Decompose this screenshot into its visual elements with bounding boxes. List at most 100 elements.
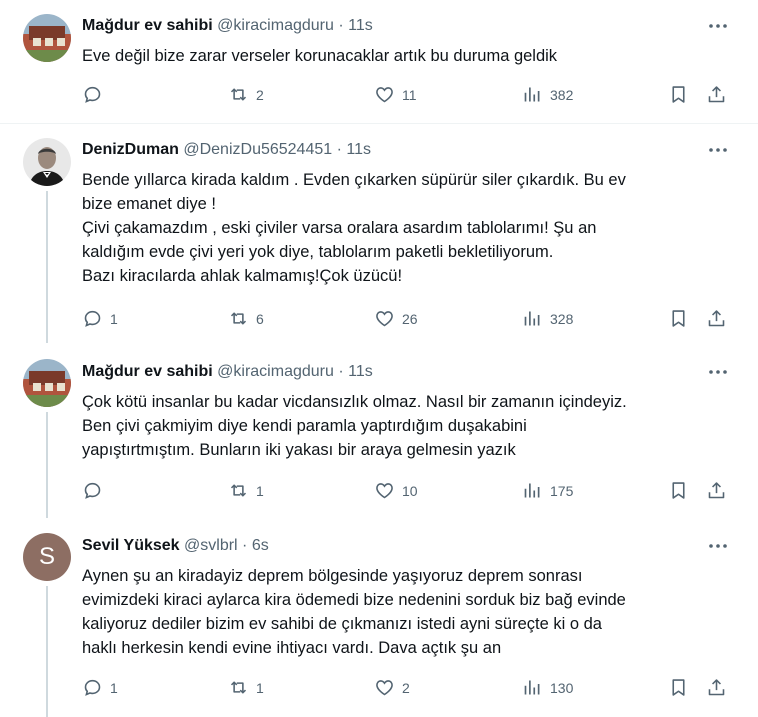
author-name[interactable]: Mağdur ev sahibi bbox=[82, 17, 213, 34]
tweet-actions: 2 11 382 bbox=[0, 84, 758, 108]
like-count: 10 bbox=[402, 482, 418, 499]
timestamp[interactable]: 11s bbox=[346, 141, 371, 158]
reply-icon bbox=[84, 86, 101, 103]
more-options-icon[interactable] bbox=[708, 536, 728, 556]
tweet-header: DenizDuman @DenizDu56524451 · 11s bbox=[82, 140, 371, 160]
like-count: 26 bbox=[402, 310, 418, 327]
timestamp[interactable]: 6s bbox=[252, 537, 269, 554]
reply-count: 1 bbox=[110, 310, 118, 327]
timestamp[interactable]: 11s bbox=[348, 17, 373, 34]
tweet-line: Çok kötü insanlar bu kadar vicdansızlık … bbox=[82, 393, 627, 411]
retweet-icon bbox=[230, 88, 247, 101]
retweet-button[interactable]: 2 bbox=[228, 84, 264, 105]
tweet-text: Aynen şu an kiradayiz deprem bölgesinde … bbox=[82, 564, 702, 660]
reply-icon bbox=[84, 679, 101, 696]
tweet-line: kaldığım evde çivi yeri yok diye, tablol… bbox=[82, 243, 554, 261]
share-icon bbox=[708, 310, 725, 327]
more-options-icon[interactable] bbox=[708, 16, 728, 36]
avatar[interactable] bbox=[23, 359, 71, 407]
views-button[interactable]: 328 bbox=[522, 308, 573, 329]
avatar[interactable] bbox=[23, 138, 71, 186]
tweet-line: Eve değil bize zarar verseler korunacakl… bbox=[82, 47, 558, 65]
tweet-line: Ben çivi çakmiyim diye kendi paramla yap… bbox=[82, 417, 527, 435]
heart-icon bbox=[376, 680, 393, 696]
more-options-icon[interactable] bbox=[708, 362, 728, 382]
heart-icon bbox=[376, 87, 393, 103]
retweet-button[interactable]: 1 bbox=[228, 677, 264, 698]
separator-dot: · bbox=[242, 537, 248, 554]
retweet-count: 1 bbox=[256, 482, 264, 499]
bookmark-button[interactable] bbox=[668, 308, 689, 329]
avatar[interactable]: S bbox=[23, 533, 71, 581]
author-handle[interactable]: @kiracimagduru bbox=[217, 363, 334, 380]
retweet-count: 6 bbox=[256, 310, 264, 327]
timestamp[interactable]: 11s bbox=[348, 363, 373, 380]
views-button[interactable]: 130 bbox=[522, 677, 573, 698]
share-icon bbox=[708, 86, 725, 103]
avatar-letter: S bbox=[38, 543, 55, 570]
like-count: 2 bbox=[402, 679, 410, 696]
retweet-icon bbox=[230, 312, 247, 325]
tweet-text: Çok kötü insanlar bu kadar vicdansızlık … bbox=[82, 390, 702, 462]
author-handle[interactable]: @kiracimagduru bbox=[217, 17, 334, 34]
author-handle[interactable]: @DenizDu56524451 bbox=[183, 141, 332, 158]
share-button[interactable] bbox=[706, 480, 727, 501]
divider bbox=[0, 123, 758, 124]
views-icon bbox=[524, 680, 540, 695]
tweet-text: Eve değil bize zarar verseler korunacakl… bbox=[82, 44, 702, 68]
bookmark-icon bbox=[672, 310, 685, 327]
retweet-button[interactable]: 6 bbox=[228, 308, 264, 329]
bookmark-button[interactable] bbox=[668, 480, 689, 501]
share-icon bbox=[708, 679, 725, 696]
tweet-header: Sevil Yüksek @svlbrl · 6s bbox=[82, 536, 269, 556]
tweet-text: Bende yıllarca kirada kaldım . Evden çık… bbox=[82, 168, 702, 288]
reply-button[interactable] bbox=[82, 480, 110, 501]
bookmark-icon bbox=[672, 679, 685, 696]
like-button[interactable]: 11 bbox=[374, 84, 417, 105]
separator-dot: · bbox=[338, 17, 344, 34]
reply-button[interactable] bbox=[82, 84, 110, 105]
like-count: 11 bbox=[402, 86, 417, 103]
tweet-line: yapıştırtmıştım. Bunların iki yakası bir… bbox=[82, 441, 516, 459]
reply-button[interactable]: 1 bbox=[82, 308, 118, 329]
tweet-actions: 1 10 175 bbox=[0, 480, 758, 504]
retweet-count: 1 bbox=[256, 679, 264, 696]
views-count: 130 bbox=[550, 679, 574, 696]
tweet-actions: 1 6 26 328 bbox=[0, 308, 758, 332]
like-button[interactable]: 26 bbox=[374, 308, 418, 329]
separator-dot: · bbox=[338, 363, 344, 380]
retweet-button[interactable]: 1 bbox=[228, 480, 264, 501]
tweet-actions: 1 1 2 130 bbox=[0, 677, 758, 701]
views-count: 328 bbox=[550, 310, 574, 327]
views-button[interactable]: 175 bbox=[522, 480, 573, 501]
bookmark-icon bbox=[672, 86, 685, 103]
author-name[interactable]: DenizDuman bbox=[82, 141, 179, 158]
author-handle[interactable]: @svlbrl bbox=[184, 537, 238, 554]
views-count: 175 bbox=[550, 482, 574, 499]
tweet-line: evimizdeki kiraci aylarca kira ödemedi b… bbox=[82, 591, 626, 609]
views-button[interactable]: 382 bbox=[522, 84, 573, 105]
bookmark-button[interactable] bbox=[668, 84, 689, 105]
views-icon bbox=[524, 311, 540, 326]
tweet-line: Bende yıllarca kirada kaldım . Evden çık… bbox=[82, 171, 626, 189]
author-name[interactable]: Sevil Yüksek bbox=[82, 537, 180, 554]
share-button[interactable] bbox=[706, 84, 727, 105]
tweet-line: haklı herkesin kendi evine ihtiyacı vard… bbox=[82, 639, 502, 657]
reply-button[interactable]: 1 bbox=[82, 677, 118, 698]
views-icon bbox=[524, 87, 540, 102]
retweet-icon bbox=[230, 484, 247, 497]
like-button[interactable]: 10 bbox=[374, 480, 418, 501]
tweet-line: bize emanet diye ! bbox=[82, 195, 216, 213]
author-name[interactable]: Mağdur ev sahibi bbox=[82, 363, 213, 380]
avatar[interactable] bbox=[23, 14, 71, 62]
like-button[interactable]: 2 bbox=[374, 677, 410, 698]
reply-count: 1 bbox=[110, 679, 118, 696]
bookmark-button[interactable] bbox=[668, 677, 689, 698]
share-button[interactable] bbox=[706, 308, 727, 329]
tweet-line: kaliyoruz dediler bizim ev sahibi de çık… bbox=[82, 615, 602, 633]
share-button[interactable] bbox=[706, 677, 727, 698]
more-options-icon[interactable] bbox=[708, 140, 728, 160]
tweet-header: Mağdur ev sahibi @kiracimagduru · 11s bbox=[82, 362, 373, 382]
share-icon bbox=[708, 482, 725, 499]
reply-icon bbox=[84, 310, 101, 327]
